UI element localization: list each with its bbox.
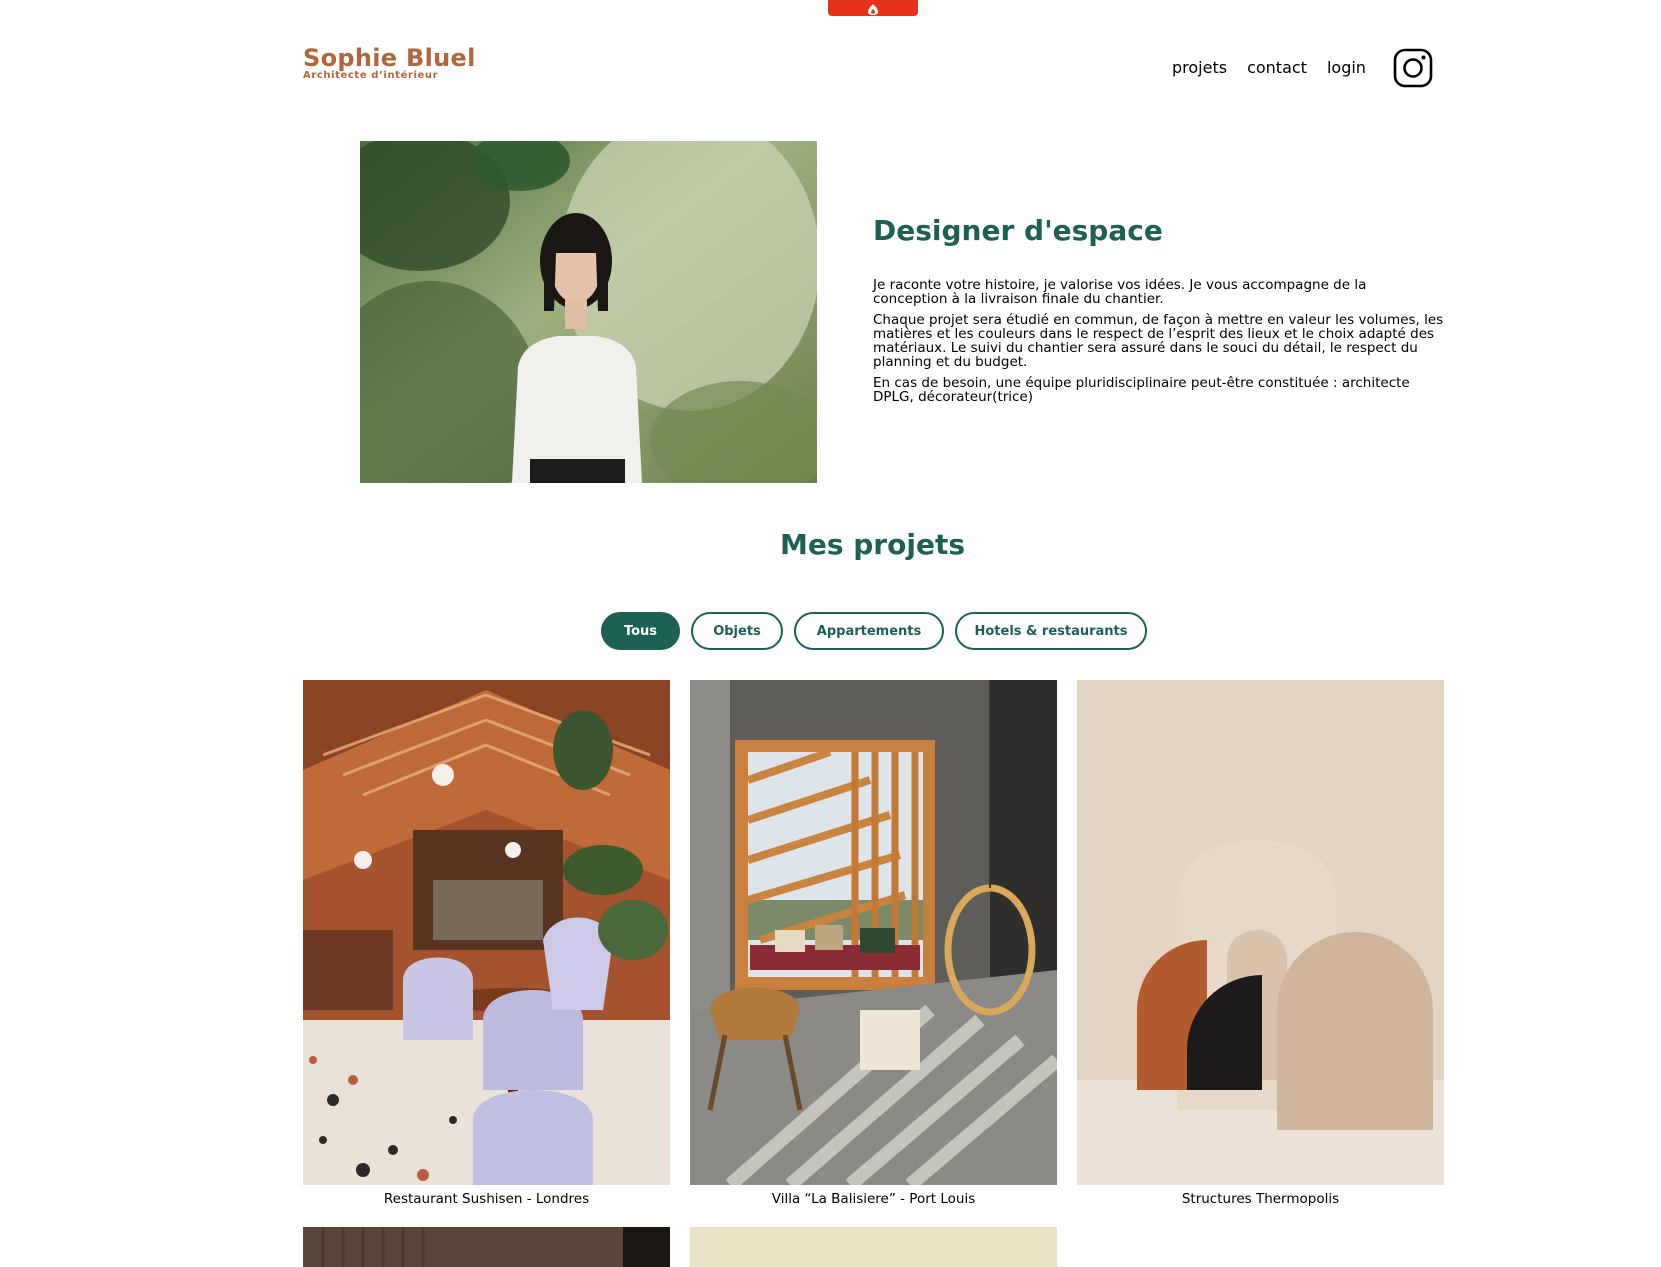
nav-link-contact[interactable]: contact — [1247, 58, 1307, 77]
logo[interactable]: Sophie Bluel Architecte d’intérieur — [303, 46, 476, 81]
project-card[interactable]: Structures Thermopolis — [1077, 680, 1444, 1207]
logo-name: Sophie Bluel — [303, 44, 476, 72]
project-image — [1077, 680, 1444, 1185]
site-header: Sophie Bluel Architecte d’intérieur proj… — [0, 0, 1661, 110]
nav-link-projets[interactable]: projets — [1172, 58, 1227, 77]
project-card[interactable] — [303, 1227, 670, 1267]
project-card[interactable] — [690, 1227, 1057, 1267]
project-card[interactable]: Restaurant Sushisen - Londres — [303, 680, 670, 1207]
project-card[interactable]: Villa “La Balisiere” - Port Louis — [690, 680, 1057, 1207]
main-nav: projets contact login — [1172, 58, 1386, 77]
project-image — [690, 680, 1057, 1185]
intro-paragraph: En cas de besoin, une équipe pluridiscip… — [873, 375, 1410, 405]
filter-tous-button[interactable]: Tous — [601, 612, 680, 650]
filter-hotels-restaurants-button[interactable]: Hotels & restaurants — [955, 612, 1147, 650]
intro-section: Designer d'espace Je raconte votre histo… — [873, 214, 1445, 411]
intro-paragraph: Chaque projet sera étudié en commun, de … — [873, 312, 1444, 370]
project-image — [690, 1227, 1057, 1267]
filter-objets-button[interactable]: Objets — [691, 612, 783, 650]
project-image — [303, 1227, 670, 1267]
project-caption: Villa “La Balisiere” - Port Louis — [771, 1191, 976, 1207]
architect-portrait-image — [360, 141, 817, 483]
project-caption: Structures Thermopolis — [1181, 1191, 1340, 1207]
project-caption: Restaurant Sushisen - Londres — [383, 1191, 590, 1207]
instagram-icon[interactable] — [1393, 48, 1433, 88]
project-image — [303, 680, 670, 1185]
projects-title: Mes projets — [780, 528, 965, 561]
filter-bar: Tous Objets Appartements Hotels & restau… — [601, 612, 1147, 650]
intro-paragraph: Je raconte votre histoire, je valorise v… — [873, 277, 1367, 307]
nav-link-login[interactable]: login — [1327, 58, 1366, 77]
intro-title: Designer d'espace — [873, 214, 1163, 247]
filter-appartements-button[interactable]: Appartements — [794, 612, 944, 650]
